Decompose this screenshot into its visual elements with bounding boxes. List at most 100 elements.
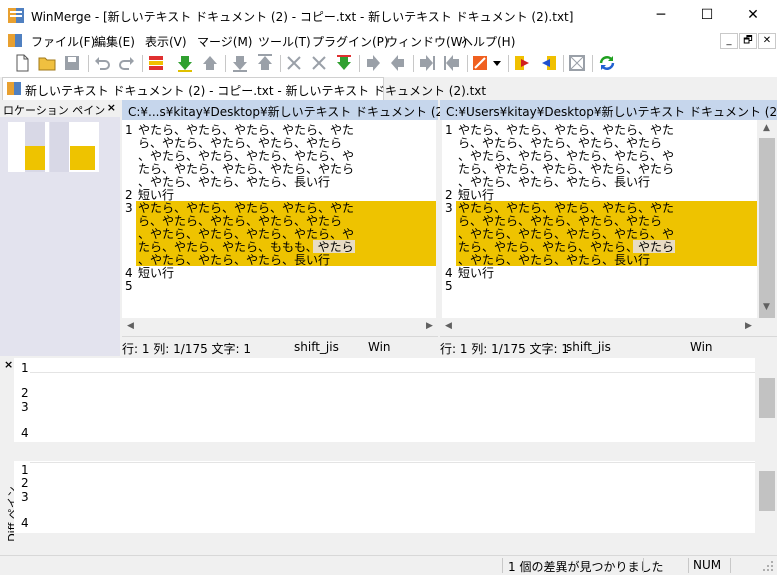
color-scheme-icon[interactable] bbox=[471, 53, 491, 73]
menu-edit[interactable]: 編集(E) bbox=[94, 33, 135, 50]
status-bar: 1 個の差異が見つかりました NUM bbox=[0, 555, 777, 575]
copy-right-icon[interactable] bbox=[363, 53, 383, 73]
menu-plugins[interactable]: プラグイン(P) bbox=[312, 33, 389, 50]
mdi-restore-button[interactable]: 🗗 bbox=[739, 33, 757, 49]
status-divider bbox=[730, 558, 731, 573]
scroll-left-arrow-icon[interactable]: ◀ bbox=[440, 321, 457, 331]
scrollbar-thumb[interactable] bbox=[759, 138, 775, 318]
scroll-up-arrow-icon[interactable]: ▲ bbox=[758, 123, 775, 133]
location-pane-title: ロケーション ペイン bbox=[3, 104, 106, 117]
scrollbar-thumb[interactable] bbox=[759, 378, 775, 418]
left-text-line: 短い行 bbox=[138, 266, 175, 280]
toolbar-separator bbox=[592, 55, 593, 72]
tab-bar: 新しいテキスト ドキュメント (2) - コピー.txt - 新しいテキスト ド… bbox=[0, 77, 777, 100]
diff-view-left-hscrollbar[interactable] bbox=[14, 442, 755, 459]
next-conflict-icon[interactable] bbox=[309, 53, 329, 73]
copy-left-advance-icon[interactable] bbox=[442, 53, 462, 73]
diff-line-number: 1 bbox=[21, 463, 29, 477]
status-divider bbox=[643, 558, 644, 573]
right-file-status: 行: 1 列: 1/175 文字: 1 shift_jis Win bbox=[440, 336, 777, 357]
left-horizontal-scrollbar[interactable]: ◀ ▶ bbox=[122, 318, 438, 335]
diff-line-number: 4 bbox=[21, 426, 29, 440]
toolbar-separator bbox=[280, 55, 281, 72]
toolbar-separator bbox=[413, 55, 414, 72]
right-encoding: shift_jis bbox=[566, 340, 611, 354]
save-icon[interactable] bbox=[62, 53, 82, 73]
menu-help[interactable]: ヘルプ(H) bbox=[461, 33, 515, 50]
scroll-right-arrow-icon[interactable]: ▶ bbox=[740, 321, 757, 331]
scroll-down-arrow-icon[interactable]: ▼ bbox=[758, 302, 775, 312]
maximize-button[interactable]: ☐ bbox=[684, 0, 730, 31]
menu-file[interactable]: ファイル(F) bbox=[31, 33, 95, 50]
mdi-close-button[interactable]: ✕ bbox=[758, 33, 776, 49]
diff-view-left-scrollbar[interactable] bbox=[757, 358, 777, 442]
toolbar-separator bbox=[142, 55, 143, 72]
last-diff-icon[interactable] bbox=[255, 53, 275, 73]
location-diff-marker-left bbox=[25, 146, 45, 170]
left-encoding: shift_jis bbox=[294, 340, 339, 354]
right-file-header: C:¥Users¥kitay¥Desktop¥新しいテキスト ドキュメント (2… bbox=[440, 100, 777, 120]
location-pane[interactable]: ロケーション ペイン × bbox=[0, 100, 120, 356]
open-folder-icon[interactable] bbox=[37, 53, 57, 73]
menu-bar: ファイル(F) 編集(E) 表示(V) マージ(M) ツール(T) プラグイン(… bbox=[0, 31, 777, 50]
toolbar-separator bbox=[508, 55, 509, 72]
document-icon[interactable] bbox=[8, 34, 22, 47]
menu-window[interactable]: ウィンドウ(W) bbox=[386, 33, 467, 50]
right-text-pane[interactable]: 1 2 3 4 5 やたら、やたら、やたら、やたら、やた ら、やたら、やたら、や… bbox=[442, 120, 757, 318]
menu-tools[interactable]: ツール(T) bbox=[258, 33, 311, 50]
minimize-button[interactable]: ─ bbox=[638, 0, 684, 31]
left-file-header: C:¥...s¥kitay¥Desktop¥新しいテキスト ドキュメント (2)… bbox=[122, 100, 516, 120]
scroll-right-arrow-icon[interactable]: ▶ bbox=[421, 321, 438, 331]
scroll-left-arrow-icon[interactable]: ◀ bbox=[122, 321, 139, 331]
window-title: WinMerge - [新しいテキスト ドキュメント (2) - コピー.txt… bbox=[31, 10, 574, 24]
all-diffs-icon[interactable] bbox=[334, 53, 354, 73]
compare-icon[interactable] bbox=[567, 53, 587, 73]
tab-label: 新しいテキスト ドキュメント (2) - コピー.txt - 新しいテキスト ド… bbox=[25, 84, 487, 98]
diff-view-right[interactable]: 1 2 3 4 bbox=[14, 461, 755, 533]
first-diff-icon[interactable] bbox=[230, 53, 250, 73]
new-file-icon[interactable] bbox=[12, 53, 32, 73]
diff-view-right-hscrollbar[interactable] bbox=[14, 533, 755, 548]
right-text-line: 短い行 bbox=[458, 266, 495, 280]
resize-grip-icon[interactable] bbox=[762, 560, 774, 572]
left-text-pane[interactable]: 1 2 3 4 5 やたら、やたら、やたら、やたら、やた ら、やたら、やたら、や… bbox=[122, 120, 436, 318]
diff-line-number: 2 bbox=[21, 386, 29, 400]
select-diff-icon[interactable] bbox=[146, 53, 166, 73]
num-lock-indicator: NUM bbox=[693, 558, 722, 572]
tab-compare-document[interactable]: 新しいテキスト ドキュメント (2) - コピー.txt - 新しいテキスト ド… bbox=[2, 77, 486, 100]
diff-line-number: 3 bbox=[21, 400, 29, 414]
right-only-icon[interactable] bbox=[538, 53, 558, 73]
scrollbar-thumb[interactable] bbox=[759, 471, 775, 511]
toolbar-separator bbox=[88, 55, 89, 72]
right-line-number: 3 bbox=[445, 201, 453, 215]
chevron-down-icon[interactable] bbox=[491, 53, 503, 73]
refresh-icon[interactable] bbox=[597, 53, 617, 73]
next-diff-icon[interactable] bbox=[175, 53, 195, 73]
location-map-gap bbox=[50, 122, 69, 172]
vertical-scrollbar[interactable]: ▲ ▼ bbox=[757, 120, 777, 335]
diff-view-left[interactable]: 1 2 3 4 bbox=[14, 358, 755, 442]
winmerge-app-icon[interactable] bbox=[8, 8, 24, 23]
diff-view-right-scrollbar[interactable] bbox=[757, 461, 777, 533]
left-eol-type: Win bbox=[368, 340, 391, 354]
left-line-number: 5 bbox=[125, 279, 133, 293]
toolbar-separator bbox=[225, 55, 226, 72]
left-line-number: 3 bbox=[125, 201, 133, 215]
undo-icon[interactable] bbox=[92, 53, 112, 73]
mdi-minimize-button[interactable]: _ bbox=[720, 33, 738, 49]
right-horizontal-scrollbar[interactable]: ◀ ▶ bbox=[440, 318, 757, 335]
prev-diff-icon[interactable] bbox=[200, 53, 220, 73]
copy-right-advance-icon[interactable] bbox=[417, 53, 437, 73]
close-button[interactable]: ✕ bbox=[730, 0, 776, 31]
diff-pane-close-button[interactable]: × bbox=[4, 358, 13, 371]
copy-left-icon[interactable] bbox=[388, 53, 408, 73]
left-only-icon[interactable] bbox=[513, 53, 533, 73]
location-diff-marker-right bbox=[70, 146, 95, 170]
current-diff-icon[interactable] bbox=[284, 53, 304, 73]
menu-merge[interactable]: マージ(M) bbox=[197, 33, 252, 50]
menu-view[interactable]: 表示(V) bbox=[145, 33, 187, 50]
redo-icon[interactable] bbox=[117, 53, 137, 73]
right-line-number: 1 bbox=[445, 123, 453, 137]
left-file-status: 行: 1 列: 1/175 文字: 1 shift_jis Win bbox=[122, 336, 438, 357]
location-pane-close-button[interactable]: × bbox=[107, 101, 116, 114]
